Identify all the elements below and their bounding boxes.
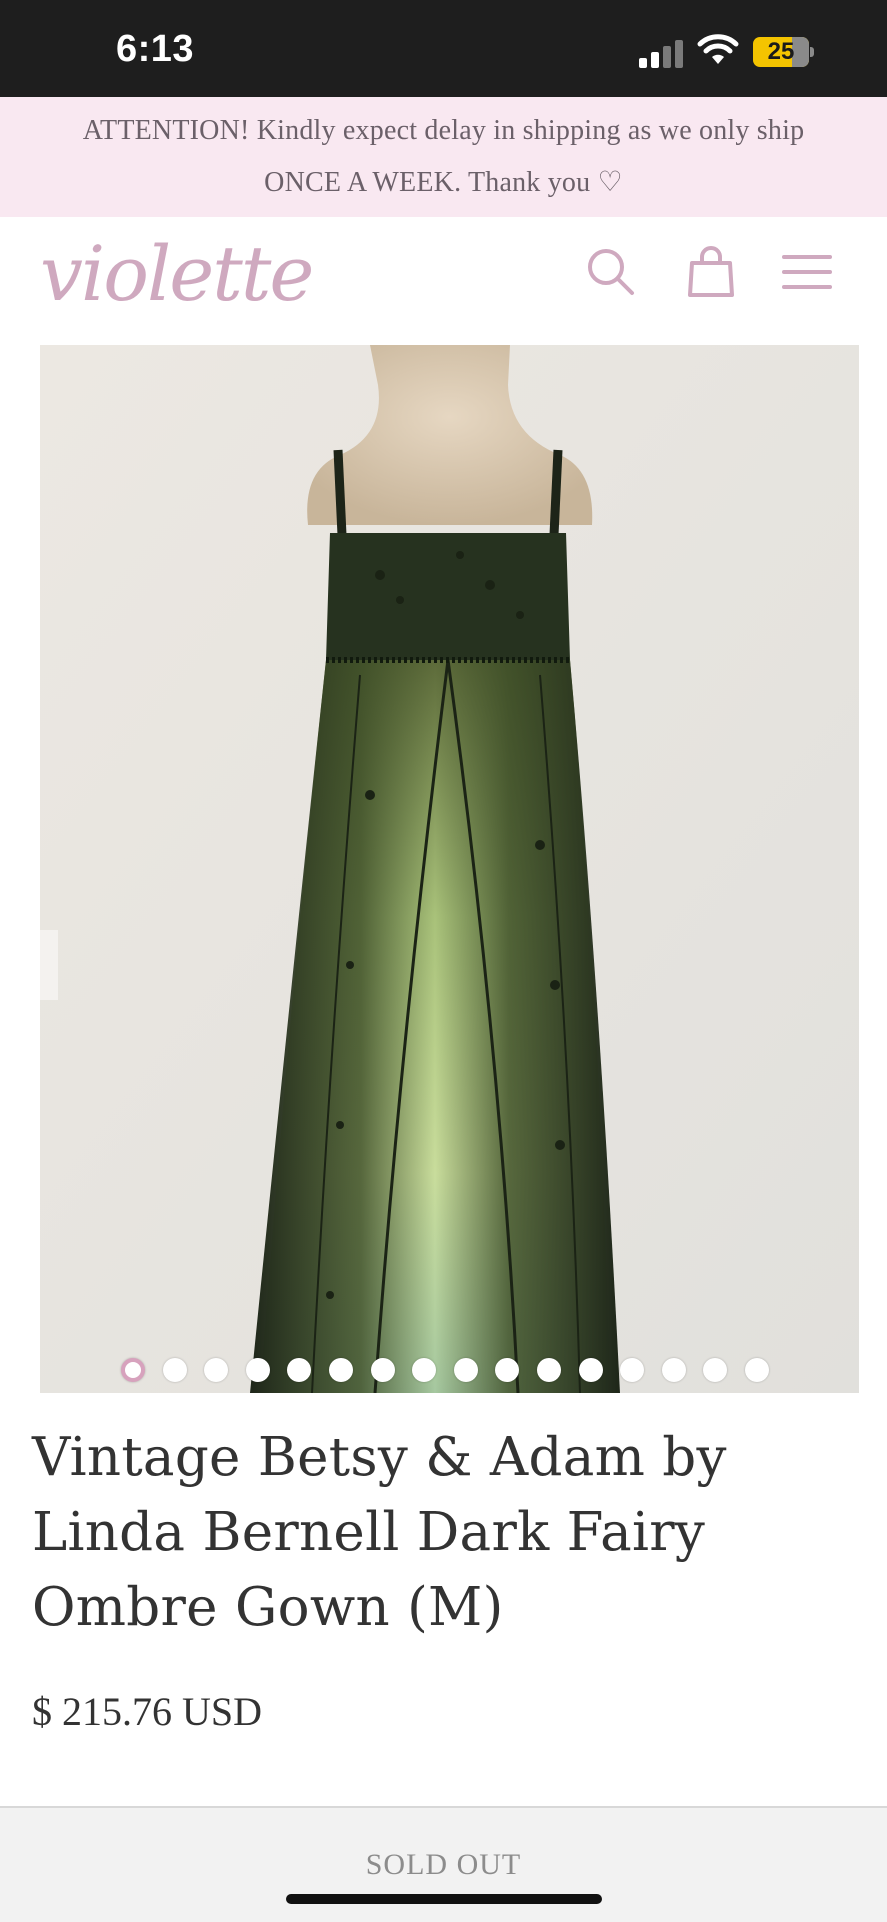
gallery-dot[interactable] [162,1358,187,1382]
battery-icon: 25 [753,37,814,67]
gallery-pagination [0,1356,887,1386]
gallery-dot[interactable] [329,1358,353,1382]
announcement-banner: ATTENTION! Kindly expect delay in shippi… [0,97,887,217]
gallery-dot[interactable] [412,1358,437,1382]
product-image-gallery[interactable] [40,345,859,1393]
gallery-dot[interactable] [245,1358,270,1382]
gallery-dot[interactable] [620,1358,645,1382]
search-icon[interactable] [584,245,638,299]
status-time: 6:13 [116,28,195,70]
battery-level: 25 [767,38,795,65]
wifi-icon [697,34,739,64]
gallery-dot[interactable] [578,1358,603,1382]
sold-out-label: SOLD OUT [365,1848,522,1881]
site-header: violette [0,217,887,345]
gallery-dot[interactable] [370,1358,395,1382]
gallery-dot[interactable] [204,1358,229,1382]
status-bar: 6:13 25 [0,0,887,97]
product-title: Vintage Betsy & Adam by Linda Bernell Da… [32,1427,727,1638]
announcement-line-2: ONCE A WEEK. Thank you ♡ [264,167,623,198]
product-price: $ 215.76 USD [32,1689,263,1734]
announcement-line-1: ATTENTION! Kindly expect delay in shippi… [82,115,805,146]
signal-icon [639,40,683,68]
gallery-dot[interactable] [121,1358,145,1382]
gallery-dot[interactable] [661,1358,686,1382]
gallery-dot[interactable] [453,1358,478,1382]
sold-out-button[interactable]: SOLD OUT [0,1806,887,1922]
gallery-dot[interactable] [537,1358,561,1382]
menu-icon[interactable] [780,245,834,299]
product-image [40,345,859,1393]
gallery-dot[interactable] [287,1358,312,1382]
home-indicator[interactable] [286,1894,602,1904]
cart-icon[interactable] [684,245,738,299]
gallery-dot[interactable] [703,1358,728,1382]
gallery-dot[interactable] [745,1358,769,1382]
logo[interactable]: violette [40,229,314,318]
gallery-dot[interactable] [495,1358,520,1382]
